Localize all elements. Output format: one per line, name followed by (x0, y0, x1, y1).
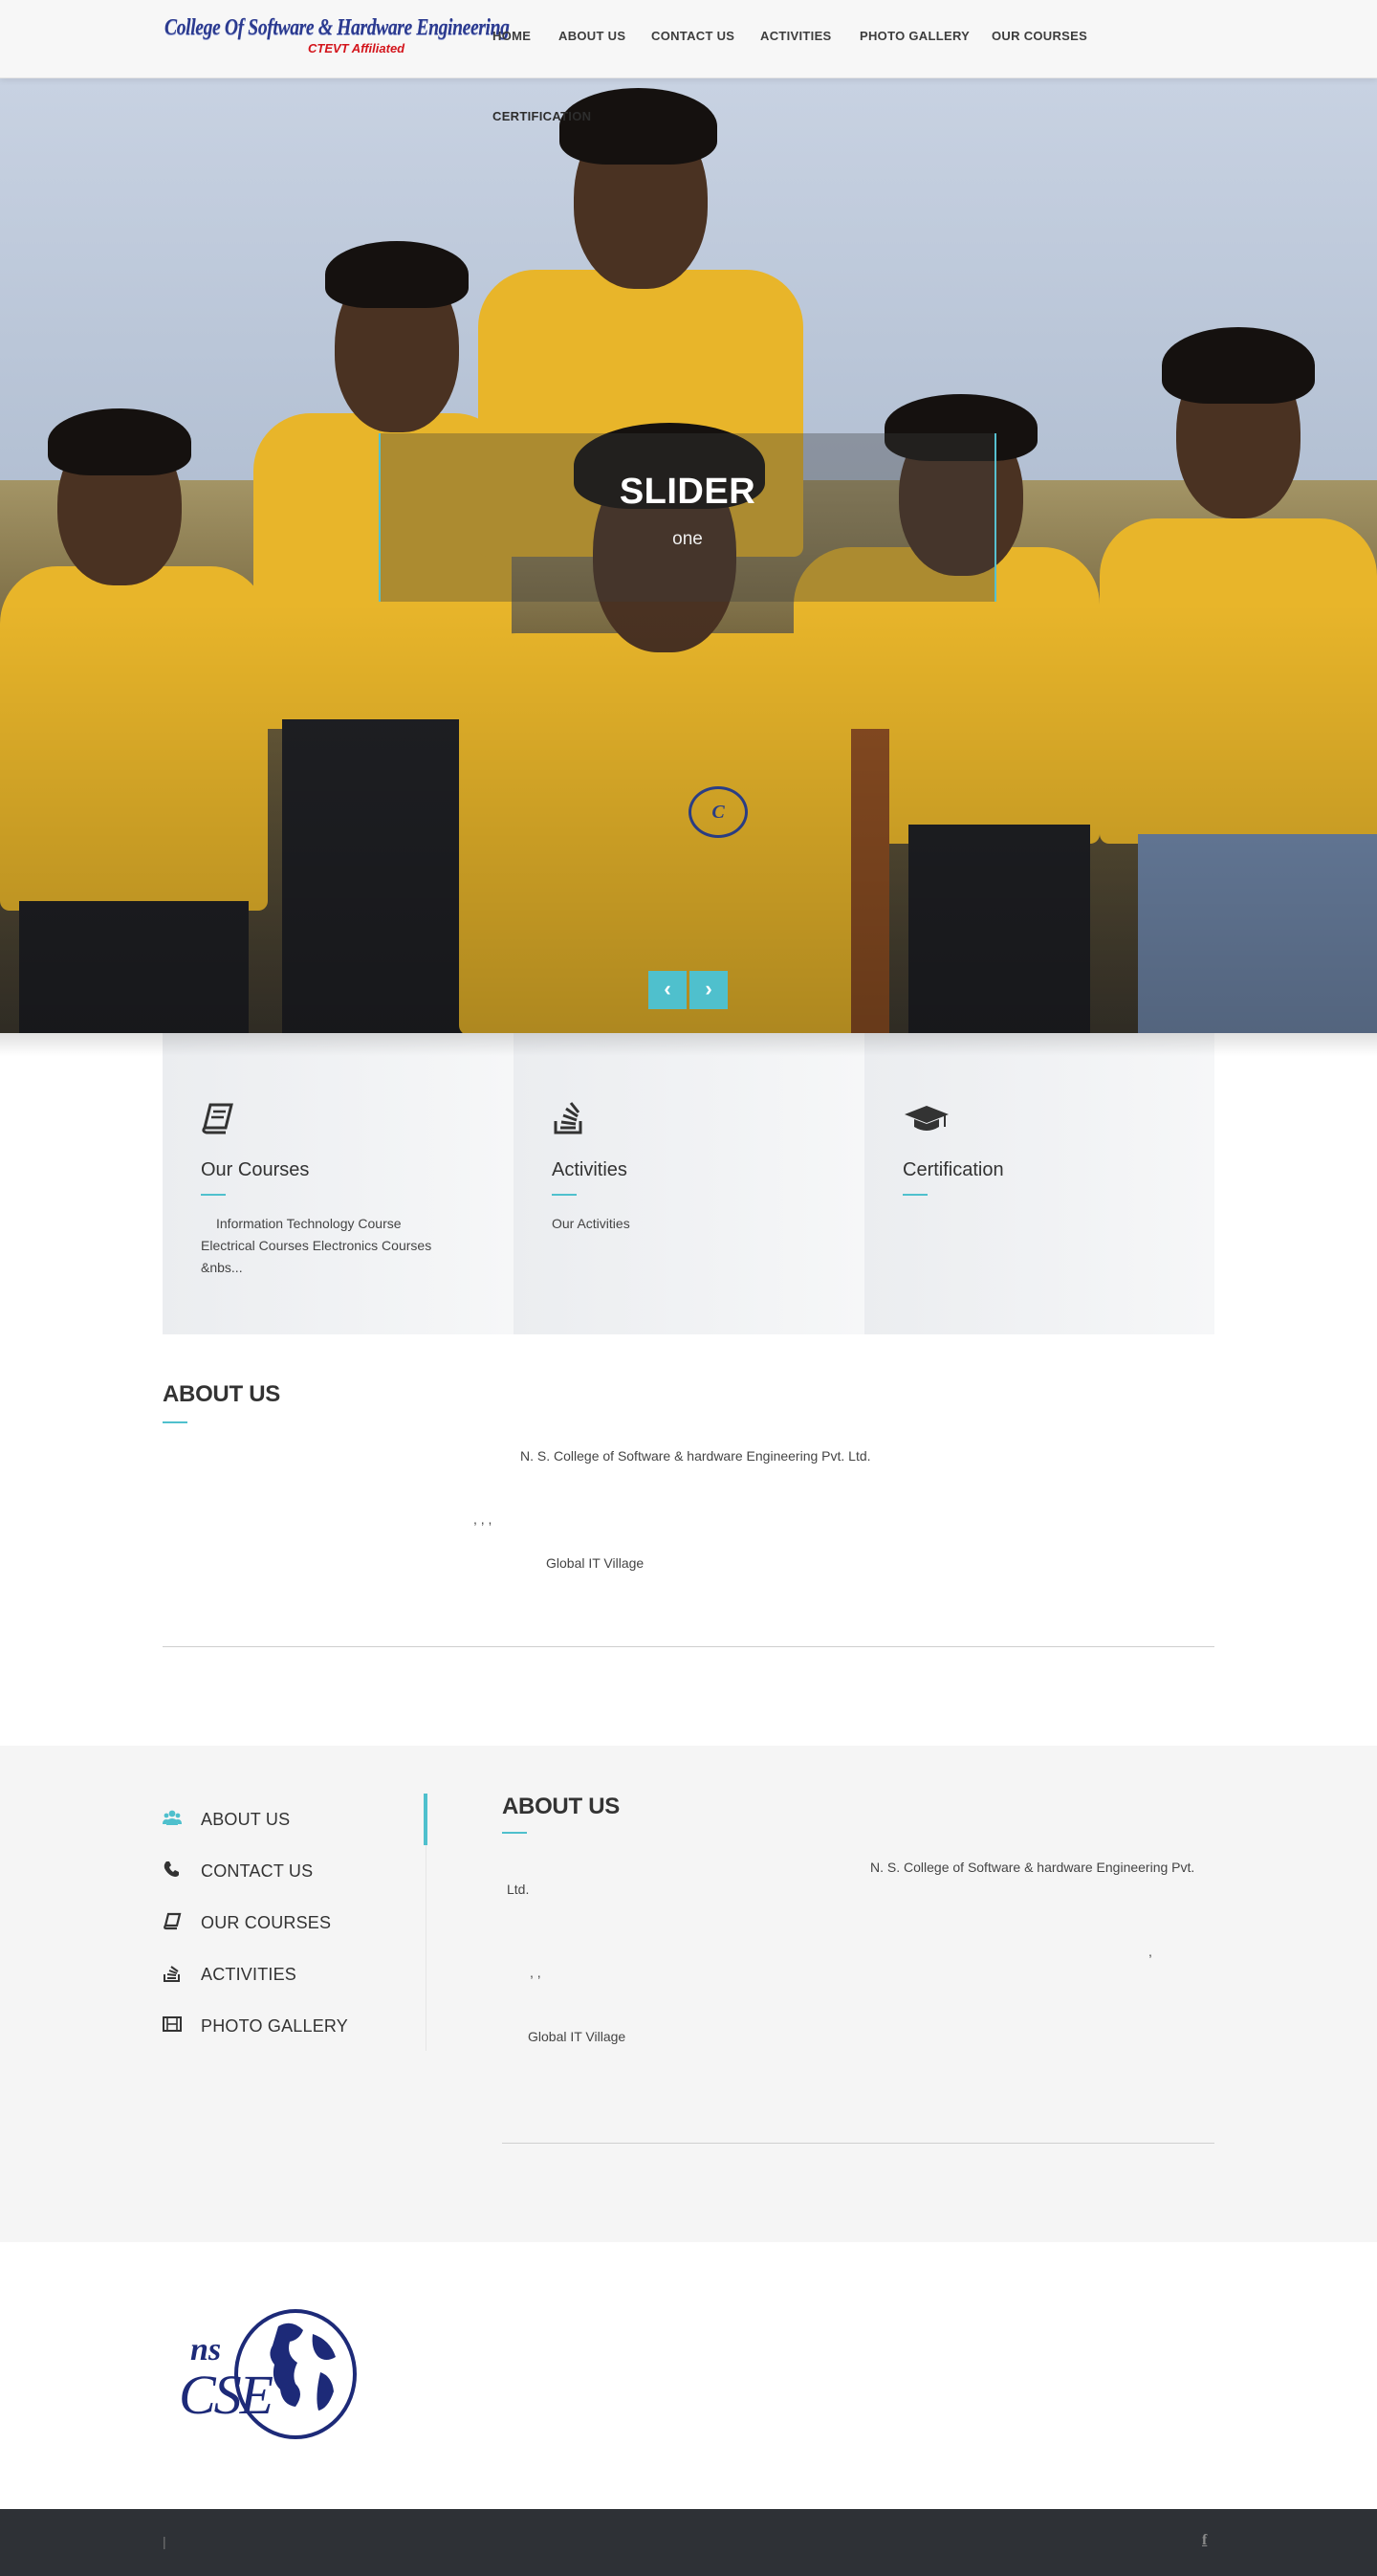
chevron-right-icon: › (705, 977, 712, 1001)
about2-title: ABOUT US (502, 1794, 620, 1819)
hero-shadow (0, 1033, 1377, 1056)
side-item-label: PHOTO GALLERY (201, 2016, 348, 2036)
nav-about-us[interactable]: ABOUT US (558, 29, 625, 43)
book-icon (202, 1103, 233, 1134)
feature-activities[interactable]: Activities Our Activities (514, 1033, 864, 1334)
nav-contact-us[interactable]: CONTACT US (651, 29, 734, 43)
feature-title: Our Courses (201, 1159, 310, 1180)
about2-line-2b: , , (530, 1965, 541, 1980)
feature-underline (201, 1194, 226, 1196)
nav-photo-gallery[interactable]: PHOTO GALLERY (860, 29, 970, 43)
side-item-label: CONTACT US (201, 1861, 314, 1881)
about2-underline (502, 1832, 527, 1834)
about-title: ABOUT US (163, 1381, 280, 1407)
feature-title: Activities (552, 1159, 627, 1180)
about2-line-1b: Ltd. (507, 1882, 530, 1897)
logo-title: College Of Software & Hardware Engineeri… (164, 15, 510, 40)
side-item-label: ACTIVITIES (201, 1965, 297, 1984)
side-item-label: ABOUT US (201, 1810, 291, 1829)
users-icon (163, 1810, 182, 1825)
nav-certification[interactable]: CERTIFICATION (492, 109, 591, 123)
about-underline (163, 1421, 187, 1423)
about-divider (163, 1646, 1214, 1647)
about2-line-1: N. S. College of Software & hardware Eng… (870, 1860, 1195, 1875)
feature-certification[interactable]: Certification (864, 1033, 1214, 1334)
about2-line-2: , (1148, 1944, 1152, 1959)
site-footer: | f (0, 2509, 1377, 2576)
about-line-1: N. S. College of Software & hardware Eng… (520, 1448, 871, 1464)
side-item-our-courses[interactable]: OUR COURSES (163, 1897, 421, 1949)
about-line-2: , , , (473, 1511, 492, 1527)
site-logo[interactable]: College Of Software & Hardware Engineeri… (164, 15, 510, 61)
side-item-label: OUR COURSES (201, 1913, 332, 1932)
feature-boxes: Our Courses Information Technology Cours… (163, 1033, 1214, 1334)
film-icon (163, 2016, 182, 2032)
feature-text: Information Technology Course Electrical… (201, 1216, 432, 1275)
side-item-activities[interactable]: ACTIVITIES (163, 1949, 421, 2000)
slider-prev-button[interactable]: ‹ (648, 971, 687, 1009)
book-icon (164, 1912, 182, 1930)
slider-title: SLIDER (619, 472, 756, 512)
footer-separator: | (163, 2534, 166, 2549)
stack-icon (164, 1966, 180, 1982)
feature-underline (552, 1194, 577, 1196)
logo-text-main: CSE (179, 2364, 273, 2426)
about2-divider (502, 2143, 1214, 2144)
graduation-cap-icon (905, 1106, 949, 1131)
feature-title: Certification (903, 1159, 1004, 1180)
hero-slider: C SLIDER one ‹ › (0, 78, 1377, 1033)
about-line-3: Global IT Village (546, 1555, 645, 1571)
site-header: College Of Software & Hardware Engineeri… (0, 0, 1377, 123)
nav-our-courses[interactable]: OUR COURSES (992, 29, 1087, 43)
facebook-icon[interactable]: f (1202, 2532, 1207, 2549)
slider-subtitle: one (672, 529, 703, 549)
footer-logo[interactable]: ns CSE (179, 2305, 357, 2444)
slider-next-button[interactable]: › (689, 971, 728, 1009)
side-item-about-us[interactable]: ABOUT US (163, 1794, 421, 1845)
phone-icon (164, 1861, 179, 1877)
slider-caption: SLIDER one (379, 433, 996, 602)
feature-underline (903, 1194, 928, 1196)
chevron-left-icon: ‹ (664, 977, 671, 1001)
side-item-photo-gallery[interactable]: PHOTO GALLERY (163, 2000, 421, 2052)
side-menu-active-indicator (424, 1794, 427, 1845)
nav-home[interactable]: HOME (492, 29, 531, 43)
feature-text: Our Activities (552, 1216, 630, 1231)
feature-our-courses[interactable]: Our Courses Information Technology Cours… (163, 1033, 514, 1334)
stack-icon (554, 1102, 582, 1134)
logo-subtitle: CTEVT Affiliated (308, 41, 405, 55)
side-item-contact-us[interactable]: CONTACT US (163, 1845, 421, 1897)
side-menu: ABOUT US CONTACT US OUR COURSES ACTIVITI… (163, 1794, 427, 2052)
about2-line-3: Global IT Village (528, 2029, 626, 2044)
nav-activities[interactable]: ACTIVITIES (760, 29, 832, 43)
